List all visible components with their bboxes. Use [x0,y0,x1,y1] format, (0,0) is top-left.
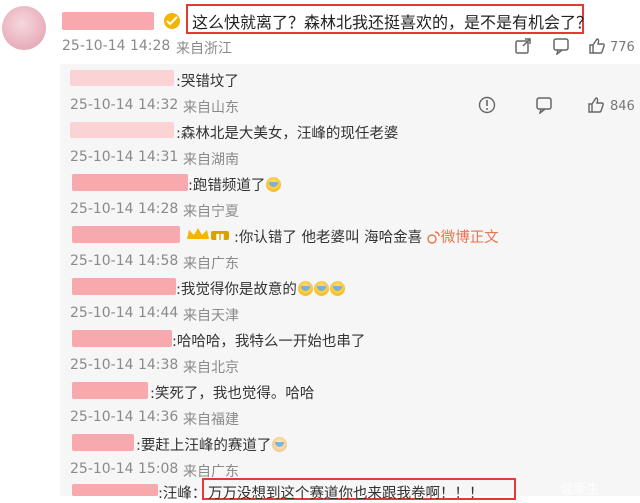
avatar[interactable] [2,6,46,50]
reply-time: 25-10-14 15:08 [70,461,179,477]
reply-time: 25-10-14 14:38 [70,357,179,373]
reply-username-redacted[interactable] [72,174,188,191]
weibo-post-link[interactable]: 微博正文 [427,230,499,246]
reply-location: 来自广东 [183,256,239,272]
reply-text: :我觉得你是故意的 [176,278,345,299]
reply-time: 25-10-14 14:28 [70,201,179,217]
reply-text: :森林北是大美女，汪峰的现任老婆 [176,126,399,142]
comment-time: 25-10-14 14:28 [62,38,171,54]
reply-text: :哈哈哈，我特么一开始也串了 [172,334,366,350]
reply-text: :你认错了 他老婆叫 海哈金喜 微博正文 [234,230,499,246]
reply-username-redacted[interactable] [72,434,134,451]
like-count: 776 [610,40,635,55]
reply-time: 25-10-14 14:58 [70,253,179,269]
laugh-cry-emoji [266,177,282,192]
reply-username-redacted[interactable] [72,382,148,399]
like-count: 846 [610,99,635,114]
reply-location: 来自湖南 [183,152,239,168]
reply-text: :要赶上汪峰的赛道了 [136,434,288,455]
reply-username-redacted[interactable] [70,70,174,86]
reply-text: :跑错频道了 [188,174,282,195]
username-redacted[interactable] [62,12,154,30]
thumbs-up-icon[interactable] [588,37,606,55]
reply-location: 来自天津 [183,308,239,324]
reply-username-redacted[interactable] [72,484,158,496]
crown-badge: ▮▮ [183,225,233,243]
reply-text: :笑死了，我也觉得。哈哈 [150,386,315,402]
reply-location: 来自福建 [183,412,239,428]
comment-icon[interactable] [535,96,553,114]
comment-icon[interactable] [552,37,570,55]
thumbs-up-icon[interactable] [587,96,605,114]
reply-username-redacted[interactable] [72,278,176,295]
reply-location: 来自北京 [183,360,239,376]
reply-username-redacted[interactable] [72,226,180,243]
share-icon[interactable] [514,37,532,55]
reply-text: :哭错坟了 [176,74,239,90]
reply-username-redacted[interactable] [72,330,172,347]
laugh-cry-emoji [329,281,345,296]
laugh-cry-emoji [313,281,329,296]
reply-text: 万万没想到这个赛道你也来跟我卷啊！！！ [208,486,484,502]
reply-time: 25-10-14 14:44 [70,305,179,321]
svg-text:▮▮: ▮▮ [216,232,225,241]
cat-emoji [272,437,288,452]
vip-icon [162,12,182,30]
reply-time: 25-10-14 14:36 [70,409,179,425]
watermark: 健康生 [560,482,600,497]
more-icon[interactable] [478,96,496,114]
comment-text: 这么快就离了？森林北我还挺喜欢的，是不是有机会了？ [192,13,593,32]
reply-text: :汪峰： [158,486,207,502]
laugh-cry-emoji [297,281,313,296]
reply-location: 来自宁夏 [183,204,239,220]
reply-time: 25-10-14 14:31 [70,149,179,165]
reply-location: 来自山东 [183,100,239,116]
reply-time: 25-10-14 14:32 [70,97,179,113]
comment-location: 来自浙江 [176,41,232,57]
reply-username-redacted[interactable] [70,122,174,138]
